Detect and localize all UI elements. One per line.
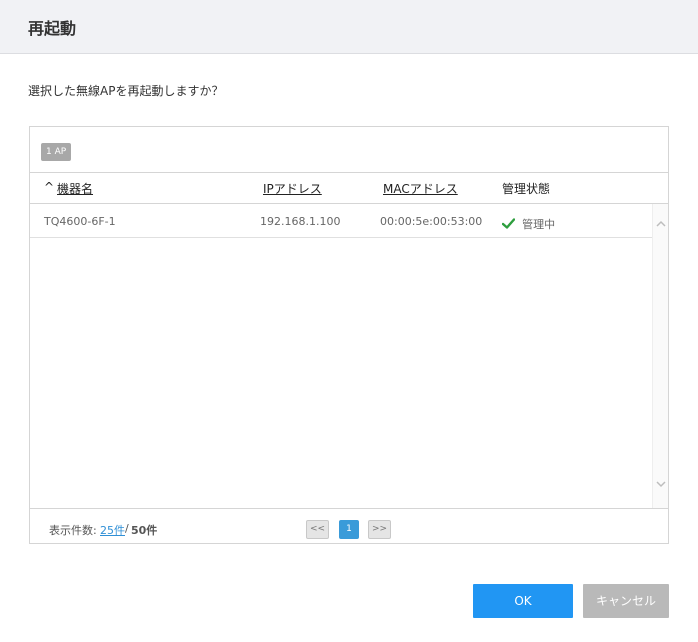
- page-size-max[interactable]: 50件: [131, 522, 157, 538]
- column-header-ip-address[interactable]: IPアドレス: [263, 180, 322, 197]
- cell-management-status: 管理中: [502, 213, 555, 232]
- next-page-button[interactable]: >>: [368, 520, 391, 539]
- table-header: ^ 機器名 IPアドレス MACアドレス 管理状態: [30, 172, 668, 204]
- prev-page-button[interactable]: <<: [306, 520, 329, 539]
- cell-mac-address: 00:00:5e:00:53:00: [380, 215, 483, 228]
- confirmation-message: 選択した無線APを再起動しますか？: [28, 84, 224, 98]
- ap-list-panel: 1 AP ^ 機器名 IPアドレス MACアドレス 管理状態 TQ4600-6F…: [29, 126, 669, 544]
- cell-ip-address: 192.168.1.100: [260, 215, 341, 228]
- scroll-up-chevron-icon[interactable]: [655, 218, 667, 230]
- page-size-separator: /: [125, 522, 129, 535]
- vertical-scrollbar[interactable]: [652, 204, 668, 508]
- table-footer: 表示件数: 25件 / 50件 << 1 >>: [30, 508, 668, 543]
- sort-ascending-icon[interactable]: ^: [44, 180, 54, 194]
- column-header-mac-address[interactable]: MACアドレス: [383, 180, 458, 197]
- page-size-label: 表示件数:: [49, 524, 97, 537]
- column-header-management-status: 管理状態: [502, 182, 551, 196]
- page-size-link[interactable]: 25件: [100, 522, 125, 538]
- cancel-button[interactable]: キャンセル: [583, 584, 669, 618]
- page-1-button[interactable]: 1: [339, 520, 359, 539]
- status-text: 管理中: [522, 217, 556, 231]
- ap-count-badge: 1 AP: [41, 143, 72, 161]
- column-header-device-name[interactable]: 機器名: [57, 180, 93, 197]
- scroll-down-chevron-icon[interactable]: [655, 478, 667, 490]
- ok-button[interactable]: OK: [473, 584, 573, 618]
- dialog-header: 再起動: [0, 0, 698, 54]
- cell-device-name: TQ4600-6F-1: [44, 215, 116, 228]
- table-row[interactable]: TQ4600-6F-1 192.168.1.100 00:00:5e:00:53…: [30, 204, 652, 238]
- check-icon: [502, 218, 515, 229]
- dialog-title: 再起動: [28, 19, 77, 38]
